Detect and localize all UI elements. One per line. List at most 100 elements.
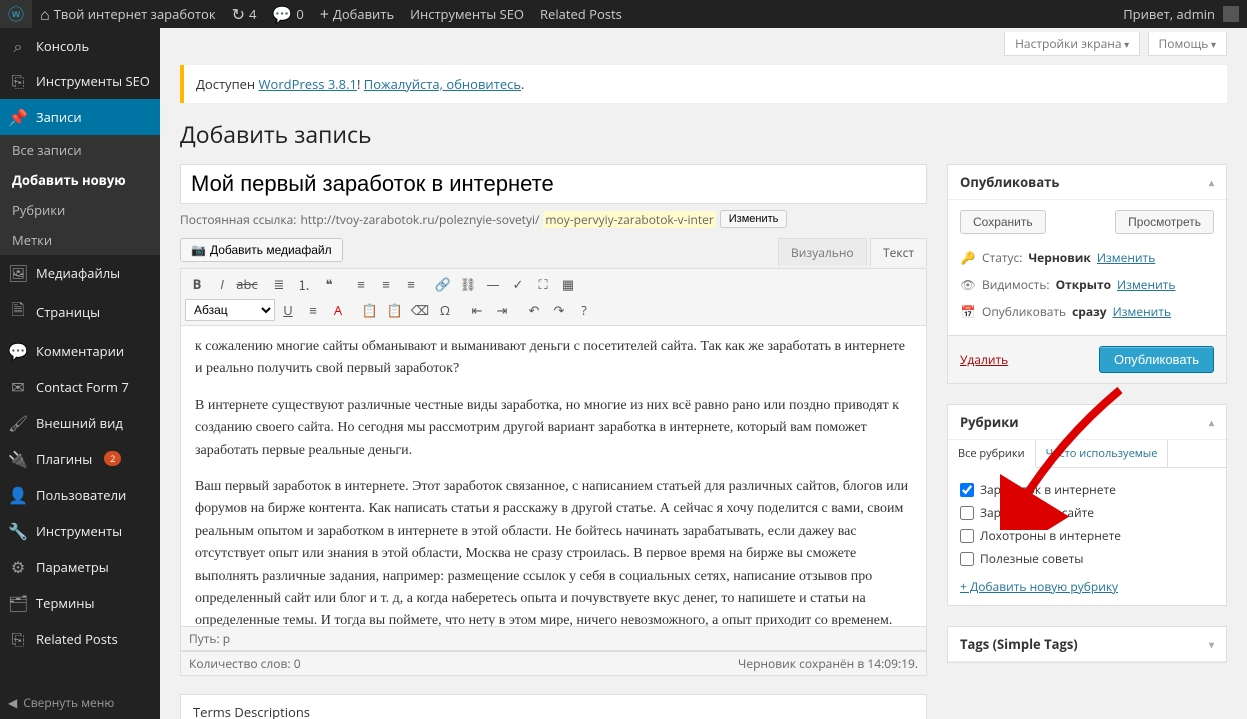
menu-appearance[interactable]: 🖌Внешний вид <box>0 405 160 441</box>
link-button[interactable]: 🔗 <box>431 273 455 295</box>
edit-visibility-link[interactable]: Изменить <box>1117 276 1175 293</box>
menu-seo[interactable]: ⎘Инструменты SEO <box>0 64 160 99</box>
menu-comments[interactable]: 💬Комментарии <box>0 333 160 369</box>
paste-text-button[interactable]: 📋 <box>358 299 382 321</box>
align-left-button[interactable]: ≡ <box>349 273 373 295</box>
page-title: Добавить запись <box>180 118 1227 150</box>
ol-button[interactable]: ⒈ <box>292 273 316 295</box>
bold-button[interactable]: B <box>185 273 209 295</box>
align-center-button[interactable]: ≡ <box>374 273 398 295</box>
preview-button[interactable]: Просмотреть <box>1115 210 1214 234</box>
strike-button[interactable]: abc <box>235 273 259 295</box>
format-select[interactable]: Абзац <box>185 299 275 321</box>
wp-version-link[interactable]: WordPress 3.8.1 <box>259 75 357 93</box>
categories-box-title[interactable]: Рубрики▴ <box>948 405 1226 440</box>
updates[interactable]: ↻4 <box>224 0 265 28</box>
menu-media[interactable]: 🖼Медиафайлы <box>0 255 160 291</box>
collapse-menu[interactable]: ◀Свернуть меню <box>0 686 160 719</box>
tab-all-categories[interactable]: Все рубрики <box>948 440 1036 468</box>
my-account[interactable]: Привет, admin <box>1115 0 1247 28</box>
related-posts[interactable]: Related Posts <box>532 0 630 28</box>
menu-plugins[interactable]: 🔌Плагины2 <box>0 441 160 477</box>
menu-related[interactable]: ⎘Related Posts <box>0 621 160 657</box>
post-title-input[interactable] <box>180 164 927 204</box>
unlink-button[interactable]: ⛓ <box>456 273 480 295</box>
tab-visual[interactable]: Визуально <box>778 238 867 266</box>
align-right-button[interactable]: ≡ <box>399 273 423 295</box>
justify-button[interactable]: ≡ <box>301 299 325 321</box>
edit-schedule-link[interactable]: Изменить <box>1113 303 1171 320</box>
tab-text[interactable]: Текст <box>870 238 927 266</box>
wp-logo[interactable]: ⓦ <box>0 0 32 28</box>
category-item[interactable]: Заработок на сайте <box>960 501 1214 524</box>
category-item[interactable]: Полезные советы <box>960 547 1214 570</box>
submenu-all-posts[interactable]: Все записи <box>0 135 160 165</box>
terms-descriptions-box[interactable]: Terms Descriptions <box>180 694 927 719</box>
draft-saved: Черновик сохранён в 14:09:19. <box>738 655 918 672</box>
redo-button[interactable]: ↷ <box>547 299 571 321</box>
indent-button[interactable]: ⇥ <box>490 299 514 321</box>
seo-tools[interactable]: Инструменты SEO <box>402 0 532 28</box>
related-icon: ⎘ <box>8 628 28 650</box>
comments-count: 0 <box>296 5 303 23</box>
category-label: Полезные советы <box>980 550 1084 567</box>
category-checkbox[interactable] <box>960 552 974 566</box>
menu-cf7[interactable]: ✉Contact Form 7 <box>0 369 160 405</box>
category-label: Лохотроны в интернете <box>980 527 1121 544</box>
outdent-button[interactable]: ⇤ <box>465 299 489 321</box>
help-button[interactable]: Помощь <box>1148 32 1227 56</box>
category-item[interactable]: Лохотроны в интернете <box>960 524 1214 547</box>
ul-button[interactable]: ≣ <box>267 273 291 295</box>
publish-button[interactable]: Опубликовать <box>1099 346 1214 373</box>
tab-popular-categories[interactable]: Часто используемые <box>1036 440 1169 467</box>
update-nag: Доступен WordPress 3.8.1! Пожалуйста, об… <box>180 65 1227 103</box>
add-category-link[interactable]: + Добавить новую рубрику <box>960 578 1118 595</box>
new-content[interactable]: +Добавить <box>312 0 402 28</box>
menu-console[interactable]: ⌕Консоль <box>0 28 160 64</box>
tags-box-title[interactable]: Tags (Simple Tags)▾ <box>948 627 1226 662</box>
site-home[interactable]: ⌂Твой интернет заработок <box>32 0 224 28</box>
edit-slug-button[interactable]: Изменить <box>720 210 788 228</box>
categories-box: Рубрики▴ Все рубрики Часто используемые … <box>947 404 1227 606</box>
category-checkbox[interactable] <box>960 529 974 543</box>
publish-box: Опубликовать▴ Сохранить Просмотреть 🔑 Ст… <box>947 164 1227 384</box>
quote-button[interactable]: ❝ <box>317 273 341 295</box>
category-checkbox[interactable] <box>960 506 974 520</box>
publish-box-title[interactable]: Опубликовать▴ <box>948 165 1226 200</box>
submenu-add-new[interactable]: Добавить новую <box>0 165 160 195</box>
delete-link[interactable]: Удалить <box>960 351 1008 368</box>
pin-icon: 📌 <box>8 106 28 128</box>
category-checkbox[interactable] <box>960 483 974 497</box>
clear-format-button[interactable]: ⌫ <box>408 299 432 321</box>
new-label: Добавить <box>333 5 394 23</box>
edit-status-link[interactable]: Изменить <box>1097 249 1155 266</box>
update-link[interactable]: Пожалуйста, обновитесь <box>364 75 521 93</box>
screen-options-button[interactable]: Настройки экрана <box>1004 32 1140 56</box>
paste-word-button[interactable]: 📋 <box>383 299 407 321</box>
brush-icon: 🖌 <box>8 412 28 434</box>
spellcheck-button[interactable]: ✓ <box>506 273 530 295</box>
menu-pages[interactable]: 🗎Страницы <box>0 291 160 333</box>
kitchen-sink-button[interactable]: ▦ <box>556 273 580 295</box>
italic-button[interactable]: I <box>210 273 234 295</box>
comments[interactable]: 💬0 <box>264 0 311 28</box>
editor-content[interactable]: к сожалению многие сайты обманывают и вы… <box>181 326 926 626</box>
category-item[interactable]: Заработок в интернете <box>960 478 1214 501</box>
color-button[interactable]: A <box>326 299 350 321</box>
menu-users[interactable]: 👤Пользователи <box>0 477 160 513</box>
submenu-categories[interactable]: Рубрики <box>0 195 160 225</box>
save-draft-button[interactable]: Сохранить <box>960 210 1046 234</box>
more-button[interactable]: — <box>481 273 505 295</box>
menu-tools[interactable]: 🔧Инструменты <box>0 513 160 549</box>
menu-settings[interactable]: ⚙Параметры <box>0 549 160 585</box>
undo-button[interactable]: ↶ <box>522 299 546 321</box>
submenu-tags[interactable]: Метки <box>0 225 160 255</box>
menu-terms[interactable]: 🗂Термины <box>0 585 160 621</box>
fullscreen-button[interactable]: ⛶ <box>531 273 555 295</box>
menu-posts[interactable]: 📌Записи <box>0 99 160 135</box>
help-icon-button[interactable]: ? <box>572 299 596 321</box>
charmap-button[interactable]: Ω <box>433 299 457 321</box>
underline-button[interactable]: U <box>276 299 300 321</box>
add-media-button[interactable]: 📷Добавить медиафайл <box>180 238 343 262</box>
editor-footer: Количество слов: 0 Черновик сохранён в 1… <box>180 652 927 676</box>
